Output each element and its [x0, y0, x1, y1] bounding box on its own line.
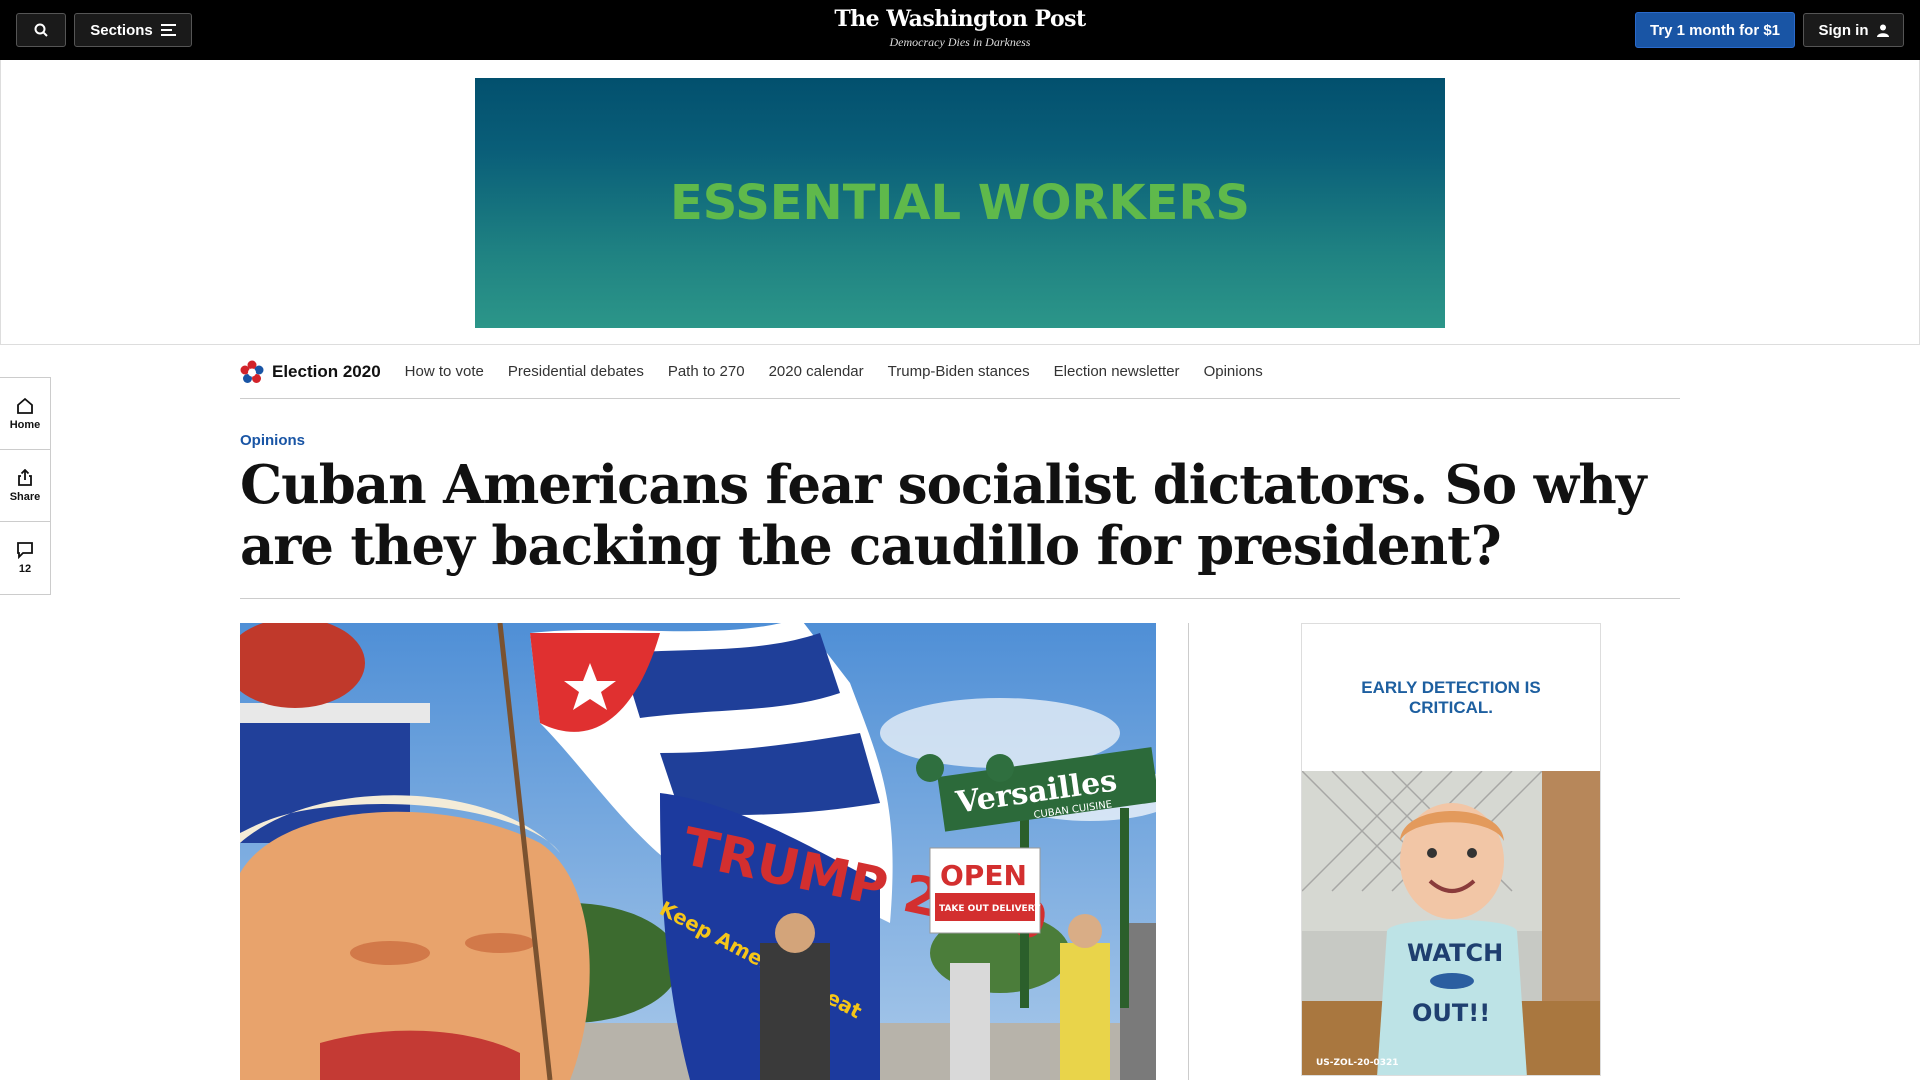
rail-share-label: Share	[9, 490, 41, 503]
ad-code-text: US-ZOL-20-0321	[1316, 1058, 1398, 1068]
rail-comments-button[interactable]: 12	[0, 522, 50, 594]
article-kicker[interactable]: Opinions	[240, 432, 305, 449]
subscribe-button[interactable]: Try 1 month for $1	[1635, 12, 1795, 48]
lead-photo-scene: TRUMP 2020 Keep America Great Versailles…	[240, 623, 1156, 1080]
banner-ad[interactable]: ESSENTIAL WORKERS	[475, 78, 1445, 328]
election-nav-how-to-vote[interactable]: How to vote	[405, 363, 484, 380]
headline-divider	[240, 598, 1680, 599]
column-divider	[1188, 623, 1189, 1080]
article-headline: Cuban Americans fear socialist dictators…	[240, 454, 1647, 577]
election-nav: Election 2020 How to vote Presidential d…	[240, 345, 1680, 399]
left-rail: Home Share 12	[0, 377, 51, 595]
ad-shirt-text-bottom: OUT!!	[1412, 999, 1490, 1027]
site-tagline: Democracy Dies in Darkness	[889, 35, 1031, 49]
sidebar-ad-headline: EARLY DETECTION IS CRITICAL.	[1361, 677, 1541, 717]
banner-ad-headline: ESSENTIAL WORKERS	[669, 175, 1250, 231]
ad-shirt-text-top: WATCH	[1407, 939, 1503, 967]
election-nav-trump-biden-stances[interactable]: Trump-Biden stances	[888, 363, 1030, 380]
election-nav-opinions[interactable]: Opinions	[1204, 363, 1263, 380]
rail-comments-count: 12	[18, 563, 32, 575]
sidebar-ad-header: EARLY DETECTION IS CRITICAL.	[1302, 624, 1600, 771]
site-logo[interactable]: The Washington Post	[0, 6, 1920, 32]
home-icon	[17, 397, 33, 414]
rail-home-label: Home	[9, 418, 41, 431]
share-icon	[18, 468, 32, 486]
photo-takeout-text: TAKE OUT DELIVERY	[939, 904, 1041, 914]
election-nav-presidential-debates[interactable]: Presidential debates	[508, 363, 644, 380]
election-nav-brand[interactable]: Election 2020	[272, 362, 381, 382]
sidebar-ad-image: WATCH OUT!! US-ZOL-20-0321	[1302, 770, 1600, 1075]
user-icon	[1876, 24, 1889, 37]
election-nav-2020-calendar[interactable]: 2020 calendar	[769, 363, 864, 380]
election-nav-path-to-270[interactable]: Path to 270	[668, 363, 745, 380]
top-header: Sections The Washington Post Democracy D…	[0, 0, 1920, 60]
article-lead-photo[interactable]: TRUMP 2020 Keep America Great Versailles…	[240, 623, 1156, 1080]
signin-button[interactable]: Sign in	[1803, 13, 1904, 47]
masthead[interactable]: The Washington Post Democracy Dies in Da…	[0, 6, 1920, 50]
comment-icon	[17, 542, 33, 559]
photo-open-text: OPEN	[940, 859, 1027, 892]
sidebar-ad[interactable]: EARLY DETECTION IS CRITICAL. WATCH OUT!!…	[1301, 623, 1601, 1076]
election-nav-election-newsletter[interactable]: Election newsletter	[1054, 363, 1180, 380]
signin-label: Sign in	[1818, 21, 1869, 39]
rail-home-button[interactable]: Home	[0, 378, 50, 450]
rail-share-button[interactable]: Share	[0, 450, 50, 522]
election-star-icon	[240, 360, 264, 383]
